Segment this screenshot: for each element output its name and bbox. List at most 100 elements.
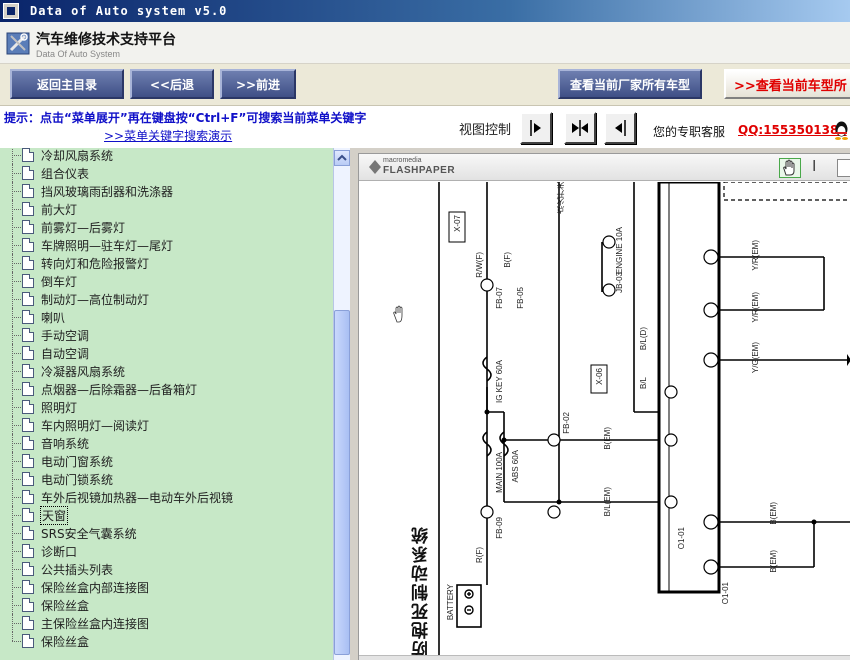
tree-item[interactable]: 电动门锁系统 [0,470,333,488]
label-fb07: FB-07 [495,287,504,309]
label-ignition: 点火开关 [556,182,565,214]
label-abs-fuse: ABS 60A [511,450,520,483]
tree-item[interactable]: 前雾灯—后雾灯 [0,218,333,236]
window-title-bar[interactable]: Data of Auto system v5.0 [0,0,850,22]
tree-guide-line [12,551,21,552]
tree-item[interactable]: 电动门窗系统 [0,452,333,470]
tree-item[interactable]: 手动空调 [0,326,333,344]
label-bl-em: B/L(EM) [603,487,612,517]
tree-item-label: 音响系统 [41,437,90,451]
label-o101b: O1-01 [721,582,730,605]
view-split-button[interactable] [564,112,596,144]
tree-item[interactable]: SRS安全气囊系统 [0,524,333,542]
back-button[interactable]: <<后退 [130,69,214,99]
label-x07: X-07 [453,215,462,232]
tree-item[interactable]: 冷凝器风扇系统 [0,362,333,380]
flashpaper-logo-icon [369,160,381,174]
tree-item[interactable]: 保险丝盒 [0,632,333,650]
document-page-icon [22,346,34,360]
tree-item[interactable]: 车内照明灯—阅读灯 [0,416,333,434]
tree-item[interactable]: 制动灯—高位制动灯 [0,290,333,308]
home-button[interactable]: 返回主目录 [10,69,124,99]
tree-item[interactable]: 诊断口 [0,542,333,560]
document-page-icon [22,400,34,414]
tree-item-label: 冷却风扇系统 [41,149,114,163]
tree-item[interactable]: 组合仪表 [0,164,333,182]
view-control-label: 视图控制 [459,123,512,138]
tree-item[interactable]: 转向灯和危险报警灯 [0,254,333,272]
hand-cursor-icon [393,305,403,323]
tree-item[interactable]: 倒车灯 [0,272,333,290]
document-page-icon [22,436,34,450]
scroll-thumb[interactable] [334,310,350,655]
tree-guide-line [12,353,21,354]
tree-item[interactable]: 点烟器—后除霜器—后备箱灯 [0,380,333,398]
tree-item[interactable]: 车外后视镜加热器—电动车外后视镜 [0,488,333,506]
tree-item[interactable]: 挡风玻璃雨刮器和洗涤器 [0,182,333,200]
tree-guide-line [12,605,21,606]
tree-guide-line [12,317,21,318]
all-models-button[interactable]: 查看当前厂家所有车型 [558,69,702,99]
tree-item-label: 转向灯和危险报警灯 [41,257,150,271]
tree-guide-line [12,155,21,156]
tree-item-label: 车牌照明—驻车灯—尾灯 [41,239,174,253]
label-yr-em-2: Y/R(EM) [751,292,760,323]
view-expand-right-button[interactable] [520,112,552,144]
document-page-icon [22,598,34,612]
current-model-button[interactable]: >>查看当前车型所 [724,69,850,99]
flashpaper-frame: macromedia FLASHPAPER I 防抱死制动系统 BATTERY … [358,153,850,660]
text-select-tool-icon[interactable]: I [812,157,816,175]
document-page-icon [22,382,34,396]
tree-item[interactable]: 车牌照明—驻车灯—尾灯 [0,236,333,254]
tree-item-label: 诊断口 [41,545,78,559]
tree-item[interactable]: 照明灯 [0,398,333,416]
label-b-em-3: B(EM) [769,550,778,573]
tree-guide-line [12,641,21,642]
tree-guide-line [12,371,21,372]
document-page-icon [22,256,34,270]
document-page-icon [22,526,34,540]
support-qq-link[interactable]: QQ:1553501388 [738,123,847,137]
hint-bar: 提示：点击“菜单展开”再在键盘按“Ctrl+F”可搜索当前菜单关键字 >>菜单关… [0,106,850,148]
tree-item[interactable]: 天窗 [0,506,333,525]
label-fb05: FB-05 [516,287,525,309]
page-box-icon[interactable] [837,159,850,177]
tree-guide-line [12,299,21,300]
tree-item-label: 冷凝器风扇系统 [41,365,126,379]
label-main-fuse: MAIN 100A [495,452,504,493]
search-demo-link[interactable]: >>菜单关键字搜索演示 [104,127,232,144]
tree-guide-line [12,281,21,282]
page-horizontal-scrollbar[interactable] [359,655,850,660]
tree-item[interactable]: 自动空调 [0,344,333,362]
tree-item[interactable]: 公共插头列表 [0,560,333,578]
tree-item[interactable]: 主保险丝盒内连接图 [0,614,333,632]
scroll-up-button[interactable] [334,150,350,166]
qq-penguin-icon[interactable] [833,120,850,140]
tree-item[interactable]: 前大灯 [0,200,333,218]
tree-item-label: 车内照明灯—阅读灯 [41,419,150,433]
document-page-icon [22,238,34,252]
hint-text: 提示：点击“菜单展开”再在键盘按“Ctrl+F”可搜索当前菜单关键字 [4,111,367,125]
view-expand-left-button[interactable] [604,112,636,144]
tree-item[interactable]: 保险丝盒内部连接图 [0,578,333,596]
tree-item-label: 自动空调 [41,347,90,361]
tree-item[interactable]: 喇叭 [0,308,333,326]
label-ig-key: IG KEY 60A [495,360,504,403]
tree-item[interactable]: 冷却风扇系统 [0,148,333,164]
hand-tool-button[interactable] [779,158,801,178]
forward-button[interactable]: >>前进 [220,69,296,99]
hand-icon [783,159,795,176]
tree-scrollbar[interactable] [333,148,350,660]
label-bl: B/L [639,377,648,390]
document-page-icon [22,616,34,630]
tree-item[interactable]: 音响系统 [0,434,333,452]
tree-guide-line [12,245,21,246]
flashpaper-toolbar: macromedia FLASHPAPER I [359,154,850,181]
wiring-diagram-page[interactable]: 防抱死制动系统 BATTERY MAIN 100A ABS 60A IG KEY… [359,182,850,660]
document-page-icon [22,508,34,522]
document-page-icon [22,166,34,180]
tree-guide-line [12,497,21,498]
tree-item[interactable]: 保险丝盒 [0,596,333,614]
tree-item-label: 点烟器—后除霜器—后备箱灯 [41,383,198,397]
document-page-icon [22,454,34,468]
